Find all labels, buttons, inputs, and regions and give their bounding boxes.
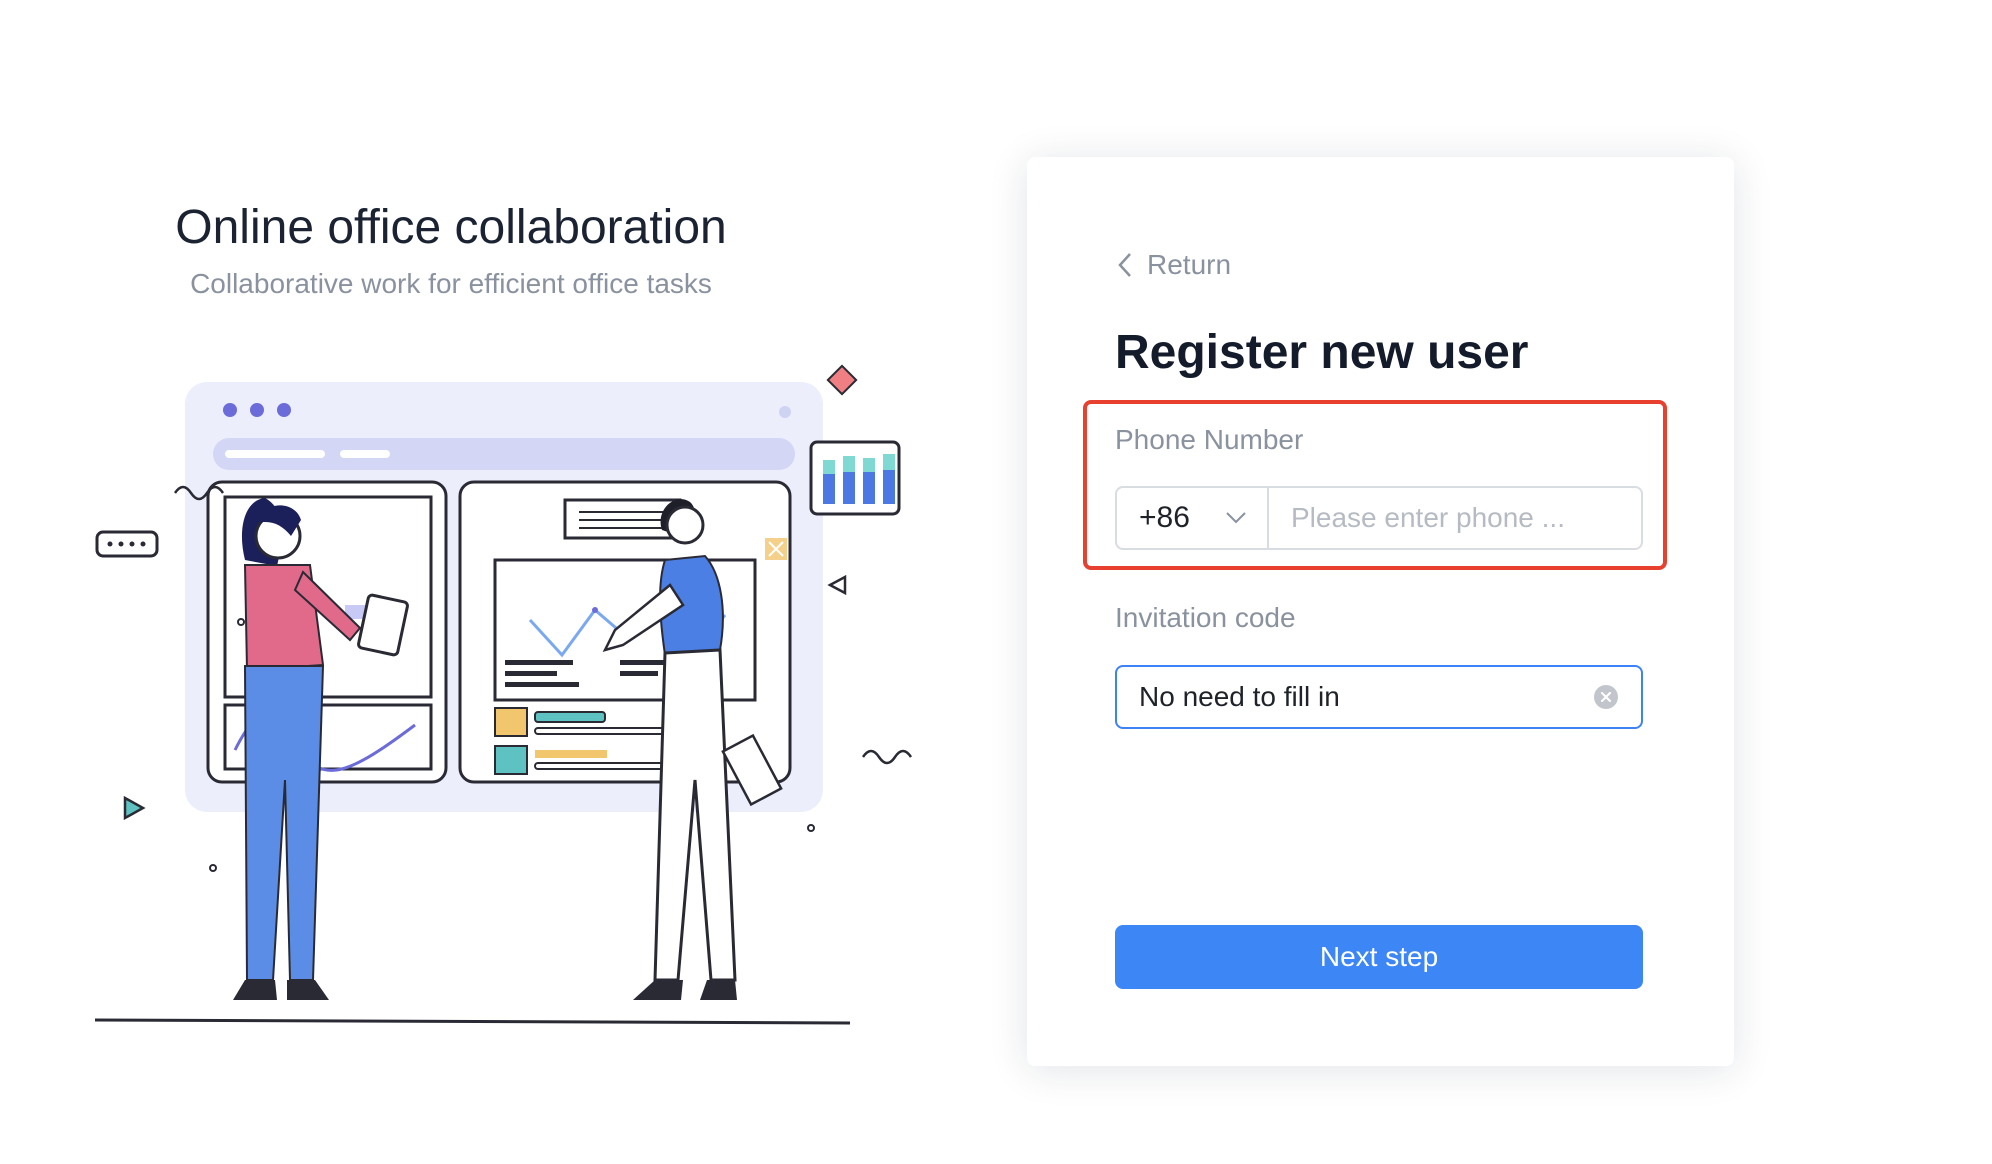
invitation-code-label: Invitation code [1115, 602, 1296, 633]
register-card: Return Register new user Phone Number +8… [1027, 157, 1734, 1066]
return-label: Return [1147, 249, 1232, 280]
chat-bubble-icon [95, 530, 159, 558]
chevron-down-icon [1226, 512, 1246, 524]
country-code-select[interactable]: +86 [1117, 488, 1269, 548]
window-dot [779, 406, 791, 418]
hero-subtitle: Collaborative work for efficient office … [190, 268, 712, 299]
window-dot [277, 403, 291, 417]
invitation-code-input[interactable] [1117, 681, 1593, 713]
window-dot [250, 403, 264, 417]
page-title: Register new user [1115, 326, 1529, 379]
next-step-button[interactable]: Next step [1115, 925, 1643, 989]
chevron-left-icon [1118, 253, 1131, 277]
phone-number-input[interactable] [1269, 488, 1641, 548]
hero-title: Online office collaboration [175, 201, 727, 254]
phone-number-group: Phone Number +86 [1083, 400, 1667, 570]
invitation-code-field [1115, 665, 1643, 729]
phone-input-row: +86 [1115, 486, 1643, 550]
phone-number-label: Phone Number [1115, 424, 1304, 455]
collaboration-illustration [95, 364, 913, 1025]
return-link[interactable]: Return [1115, 249, 1231, 281]
ground-line [95, 1018, 851, 1025]
window-dot [223, 403, 237, 417]
country-code-value: +86 [1139, 501, 1190, 534]
clear-icon[interactable] [1593, 684, 1619, 710]
